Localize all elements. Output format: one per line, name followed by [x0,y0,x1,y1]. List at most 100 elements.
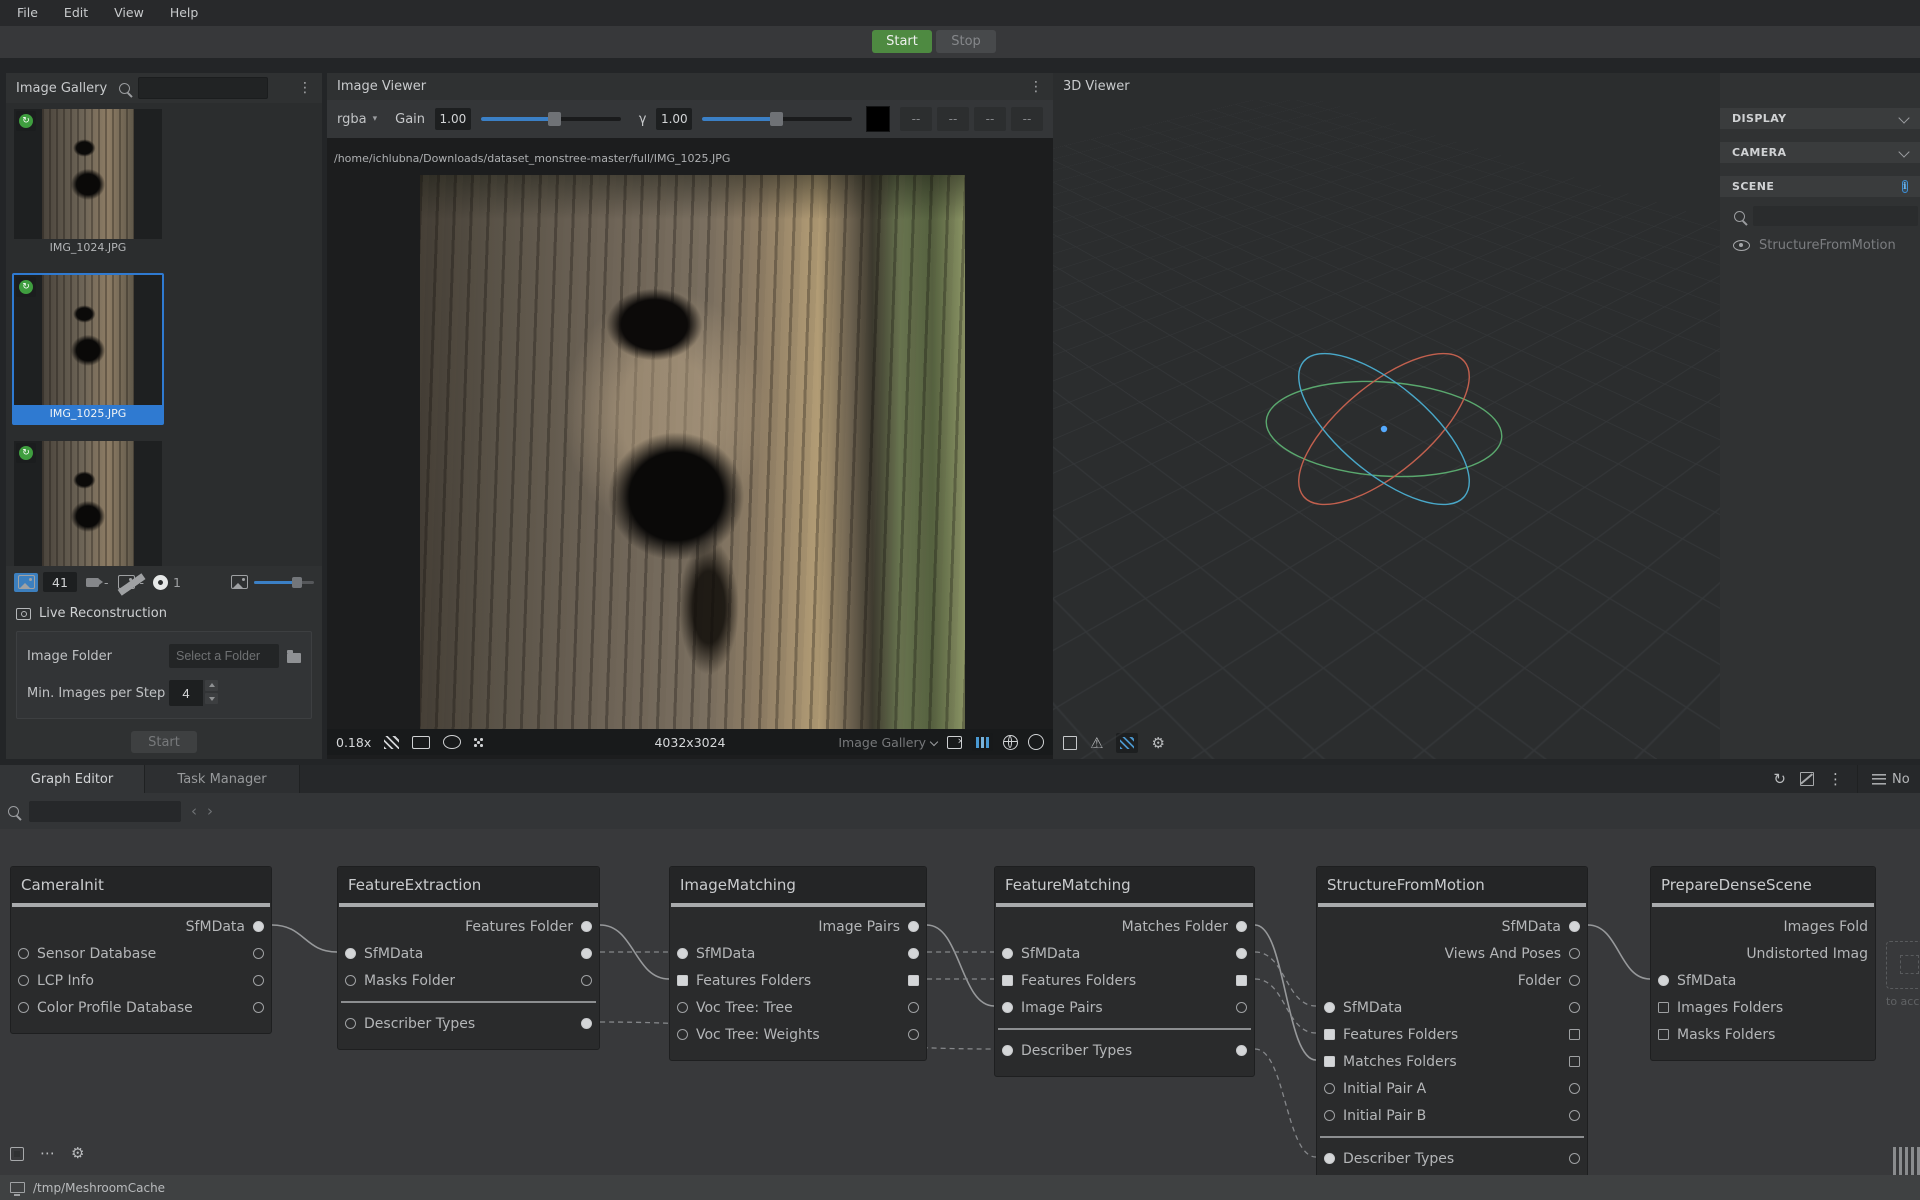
tab-task-manager[interactable]: Task Manager [145,765,300,793]
kebab-menu-icon[interactable]: ⋮ [1029,79,1043,95]
kebab-menu-icon[interactable]: ⋮ [298,80,312,96]
stop-button[interactable]: Stop [936,30,996,53]
attribute-pin[interactable] [1324,1002,1335,1013]
attribute-pin[interactable] [581,1018,592,1029]
attribute-pin[interactable] [1324,1110,1335,1121]
attribute-pin[interactable] [1236,1045,1247,1056]
attribute-pin[interactable] [253,975,264,986]
image-viewer-content[interactable]: /home/ichlubna/Downloads/dataset_monstre… [327,138,1053,759]
node-structurefrommotion[interactable]: StructureFromMotionSfMDataViews And Pose… [1316,866,1588,1175]
attribute-pin[interactable] [908,975,919,986]
attribute-pin[interactable] [1569,1029,1580,1040]
accordion-display[interactable]: DISPLAY [1720,108,1920,129]
scene-item[interactable]: StructureFromMotion [1720,226,1920,253]
accordion-scene[interactable]: SCENEi [1720,176,1920,197]
more-icon[interactable]: ⋯ [40,1146,55,1161]
attribute-pin[interactable] [1236,921,1247,932]
attribute-pin[interactable] [581,921,592,932]
warning-icon[interactable]: ⚠ [1090,736,1103,751]
gallery-thumbnail[interactable]: IMG_1024.JPG [12,107,164,259]
attribute-pin[interactable] [18,948,29,959]
attribute-pin[interactable] [18,975,29,986]
hatch-icon[interactable] [384,736,399,749]
attribute-pin[interactable] [253,1002,264,1013]
prev-icon[interactable]: ‹ [191,802,197,820]
gallery-stat[interactable]: 1 [153,575,181,590]
attribute-pin[interactable] [1236,948,1247,959]
attribute-pin[interactable] [1569,1002,1580,1013]
attribute-pin[interactable] [1658,975,1669,986]
thumbnail-size-control[interactable] [231,575,314,589]
gallery-stat[interactable]: 41 [14,572,77,592]
attribute-pin[interactable] [677,1029,688,1040]
gain-value[interactable]: 1.00 [435,108,471,130]
attribute-pin[interactable] [1236,1002,1247,1013]
node-featureextraction[interactable]: FeatureExtractionFeatures FolderSfMDataM… [337,866,600,1050]
attribute-pin[interactable] [1658,1029,1669,1040]
attribute-pin[interactable] [908,1029,919,1040]
wireframe-icon[interactable] [1116,733,1138,753]
attribute-pin[interactable] [1569,921,1580,932]
square-icon[interactable] [1063,736,1077,750]
output-icon[interactable] [947,736,962,749]
accordion-camera[interactable]: CAMERA [1720,142,1920,163]
attribute-pin[interactable] [908,948,919,959]
scene-search-input[interactable] [1753,206,1918,226]
gain-slider[interactable] [481,117,621,121]
attribute-pin[interactable] [1569,1110,1580,1121]
globe-icon[interactable] [1003,735,1018,750]
attribute-pin[interactable] [345,975,356,986]
gallery-thumbnail[interactable]: IMG_1026.JPG [12,439,164,566]
attribute-pin[interactable] [253,948,264,959]
attribute-pin[interactable] [908,921,919,932]
node-camerainit[interactable]: CameraInitSfMDataSensor DatabaseLCP Info… [10,866,272,1034]
dots-icon[interactable] [474,738,482,746]
attribute-pin[interactable] [1002,1045,1013,1056]
eye-icon[interactable] [1733,240,1750,251]
attribute-pin[interactable] [1324,1029,1335,1040]
attribute-pin[interactable] [1569,948,1580,959]
attribute-pin[interactable] [1002,1002,1013,1013]
live-start-button[interactable]: Start [131,731,197,753]
attribute-pin[interactable] [1324,1056,1335,1067]
start-button[interactable]: Start [872,30,932,53]
histogram-icon[interactable] [972,733,993,751]
spin-up-icon[interactable] [205,680,218,691]
attribute-pin[interactable] [345,948,356,959]
image-folder-input[interactable] [169,644,279,668]
thumbnail-size-slider[interactable] [254,581,314,584]
gamma-slider[interactable] [702,117,852,121]
node-featurematching[interactable]: FeatureMatchingMatches FolderSfMDataFeat… [994,866,1255,1077]
attribute-pin[interactable] [18,1002,29,1013]
node-preparedensescene[interactable]: PrepareDenseSceneImages FoldUndistorted … [1650,866,1876,1061]
gallery-search-input[interactable] [138,77,268,99]
min-images-stepper[interactable] [169,680,218,706]
node-imagematching[interactable]: ImageMatchingImage PairsSfMDataFeatures … [669,866,927,1061]
grid-off-icon[interactable] [1800,772,1814,786]
next-icon[interactable]: › [207,802,213,820]
tab-graph-editor[interactable]: Graph Editor [0,765,145,793]
spin-down-icon[interactable] [205,693,218,704]
ellipse-icon[interactable] [443,735,461,749]
attribute-pin[interactable] [1236,975,1247,986]
attribute-pin[interactable] [677,1002,688,1013]
gamma-value[interactable]: 1.00 [656,108,692,130]
attribute-pin[interactable] [1569,1083,1580,1094]
gallery-stat[interactable]: - [86,575,109,590]
attribute-pin[interactable] [345,1018,356,1029]
attribute-pin[interactable] [908,1002,919,1013]
gallery-stat[interactable]: - [118,575,145,590]
menu-item-file[interactable]: File [4,0,51,26]
gallery-thumbnail[interactable]: IMG_1025.JPG [12,273,164,425]
image-gallery-overlay-toggle[interactable]: Image Gallery [838,735,937,750]
settings-icon[interactable]: ⚙ [71,1146,84,1161]
attribute-pin[interactable] [1569,975,1580,986]
menu-item-view[interactable]: View [101,0,157,26]
min-images-value[interactable] [169,680,203,706]
menu-item-edit[interactable]: Edit [51,0,101,26]
graph-search-input[interactable] [29,801,181,822]
channel-dropdown[interactable]: rgba ▾ [337,112,377,127]
kebab-icon[interactable]: ⋮ [1828,772,1843,787]
attribute-pin[interactable] [677,975,688,986]
attribute-pin[interactable] [253,921,264,932]
